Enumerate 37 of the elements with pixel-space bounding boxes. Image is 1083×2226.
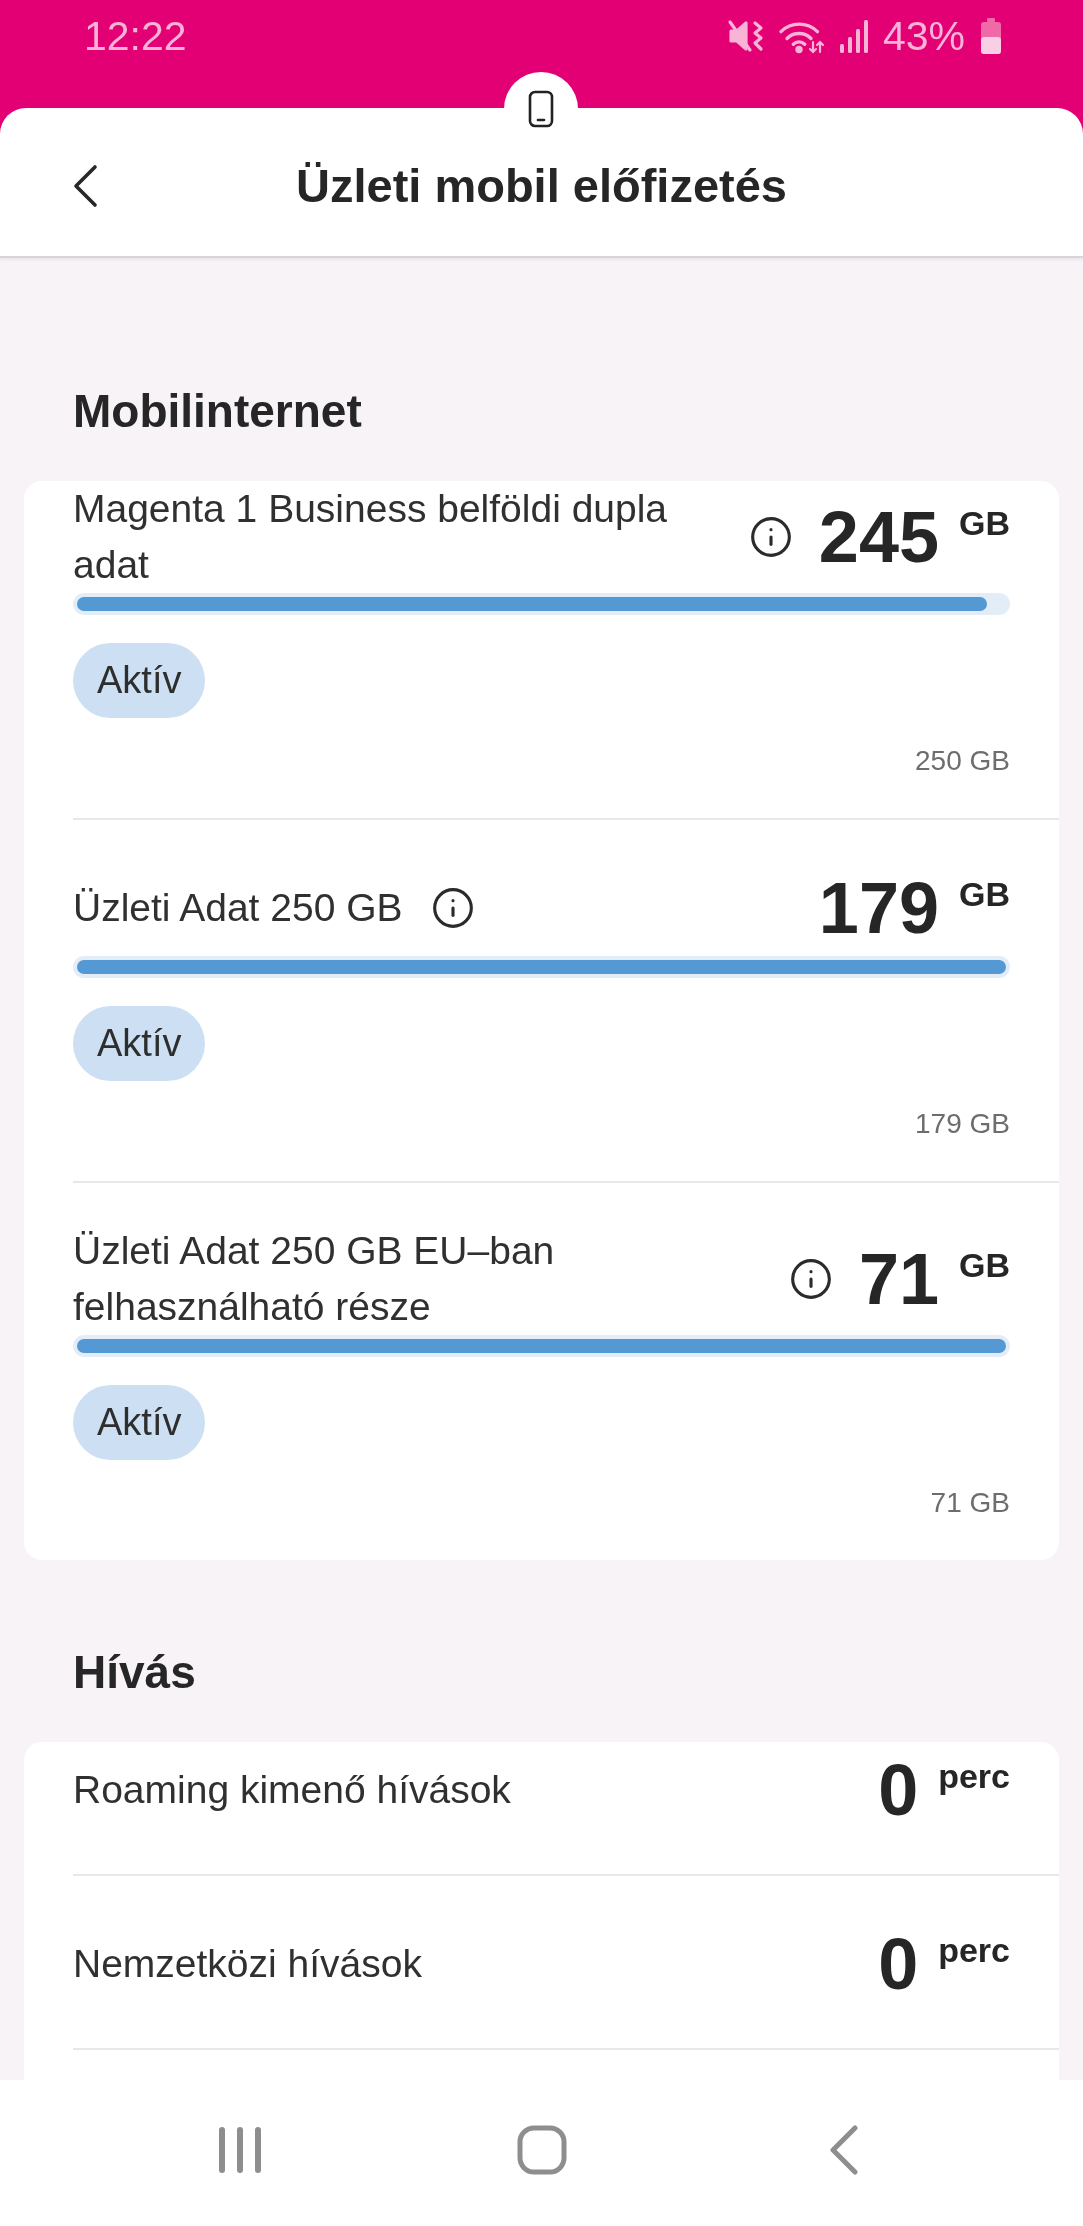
quota-label: 179 GB: [915, 1107, 1010, 1141]
amount-unit: GB: [959, 877, 1010, 911]
remaining-amount: 0: [878, 1923, 919, 2006]
amount-unit: perc: [938, 1759, 1010, 1793]
chevron-left-icon: [72, 164, 98, 208]
amount-unit: perc: [938, 1933, 1010, 1967]
plan-name: Üzleti Adat 250 GB: [73, 885, 403, 931]
battery-percentage: 43%: [882, 12, 965, 60]
back-icon: [828, 2125, 859, 2175]
recents-icon: [217, 2126, 262, 2174]
status-time: 12:22: [84, 12, 187, 60]
quota-label: 250 GB: [915, 744, 1010, 778]
remaining-amount: 179: [818, 867, 939, 950]
amount-unit: GB: [959, 506, 1010, 540]
call-type: Nemzetközi hívások: [73, 1941, 422, 1987]
remaining-amount: 71: [858, 1238, 939, 1321]
muted-speaker-icon: [726, 18, 765, 54]
status-badge: Aktív: [73, 643, 206, 718]
plan-name: Üzleti Adat 250 GB EU–ban felhasználható része: [73, 1228, 556, 1330]
section-title: Hívás: [73, 1645, 197, 1700]
remaining-amount: 0: [878, 1749, 919, 1832]
section-title: Mobilinternet: [73, 384, 363, 439]
home-icon: [516, 2125, 567, 2175]
info-icon[interactable]: [430, 886, 475, 930]
signal-icon: [838, 19, 869, 53]
page-title: Üzleti mobil előfizetés: [295, 158, 788, 214]
quota-label: 71 GB: [930, 1486, 1010, 1520]
amount-unit: GB: [959, 1248, 1010, 1282]
status-badge: Aktív: [73, 1006, 206, 1081]
call-type: Roaming kimenő hívások: [73, 1767, 511, 1813]
info-icon[interactable]: [748, 515, 793, 559]
status-badge: Aktív: [73, 1385, 206, 1460]
remaining-amount: 245: [818, 496, 939, 579]
battery-icon: [979, 18, 1003, 54]
smartphone-icon: [528, 90, 554, 128]
plan-name: Magenta 1 Business belföldi dupla adat: [73, 486, 669, 588]
info-icon[interactable]: [788, 1257, 833, 1301]
